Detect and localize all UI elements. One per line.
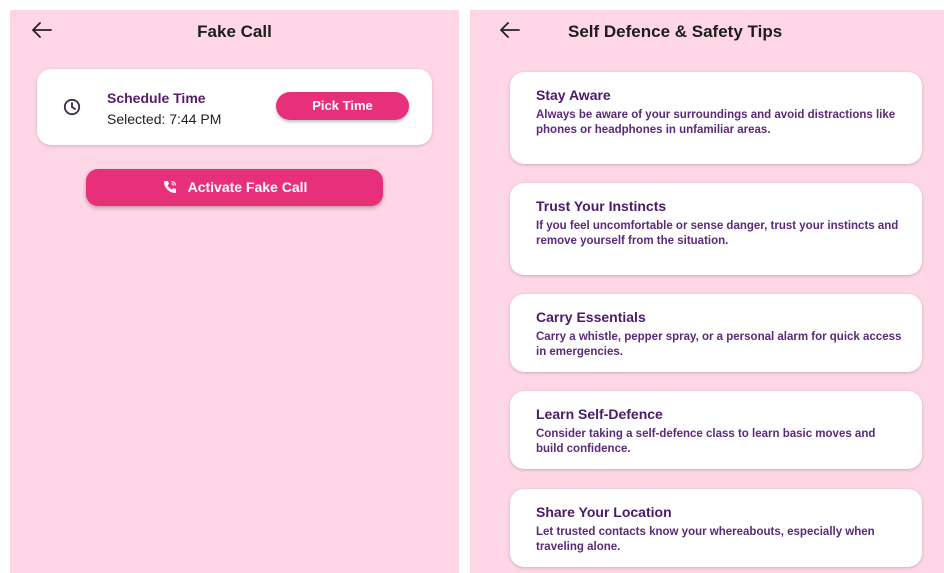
activate-fake-call-label: Activate Fake Call [187, 179, 308, 195]
safety-tips-screen: Self Defence & Safety Tips Stay Aware Al… [470, 10, 944, 573]
tip-card: Trust Your Instincts If you feel uncomfo… [510, 183, 922, 275]
tip-title: Share Your Location [536, 504, 672, 520]
tip-card: Carry Essentials Carry a whistle, pepper… [510, 294, 922, 372]
phone-call-icon [163, 181, 176, 194]
page-title: Self Defence & Safety Tips [568, 22, 783, 41]
back-button[interactable] [500, 22, 522, 40]
tip-body: If you feel uncomfortable or sense dange… [536, 220, 899, 247]
schedule-card: Schedule Time Selected: 7:44 PM Pick Tim… [37, 69, 432, 145]
page-title: Fake Call [197, 22, 272, 41]
selected-time-text: Selected: 7:44 PM [107, 111, 222, 127]
tip-body: Consider taking a self-defence class to … [536, 428, 876, 455]
arrow-left-icon [500, 22, 520, 38]
fake-call-screen: Fake Call Schedule Time Selected: 7:44 P… [10, 10, 459, 573]
tip-title: Trust Your Instincts [536, 198, 667, 214]
tip-body: Let trusted contacts know your whereabou… [536, 526, 875, 553]
pick-time-button[interactable]: Pick Time [276, 92, 409, 120]
tip-title: Stay Aware [536, 87, 611, 103]
tip-card: Learn Self-Defence Consider taking a sel… [510, 391, 922, 469]
schedule-time-label: Schedule Time [107, 90, 206, 106]
tip-card: Stay Aware Always be aware of your surro… [510, 72, 922, 164]
tip-body: Carry a whistle, pepper spray, or a pers… [536, 331, 902, 358]
tip-body: Always be aware of your surroundings and… [536, 109, 896, 136]
tip-card: Share Your Location Let trusted contacts… [510, 489, 922, 567]
tip-title: Carry Essentials [536, 309, 646, 325]
activate-fake-call-button[interactable]: Activate Fake Call [86, 169, 383, 206]
tip-title: Learn Self-Defence [536, 406, 663, 422]
clock-icon [63, 98, 81, 116]
